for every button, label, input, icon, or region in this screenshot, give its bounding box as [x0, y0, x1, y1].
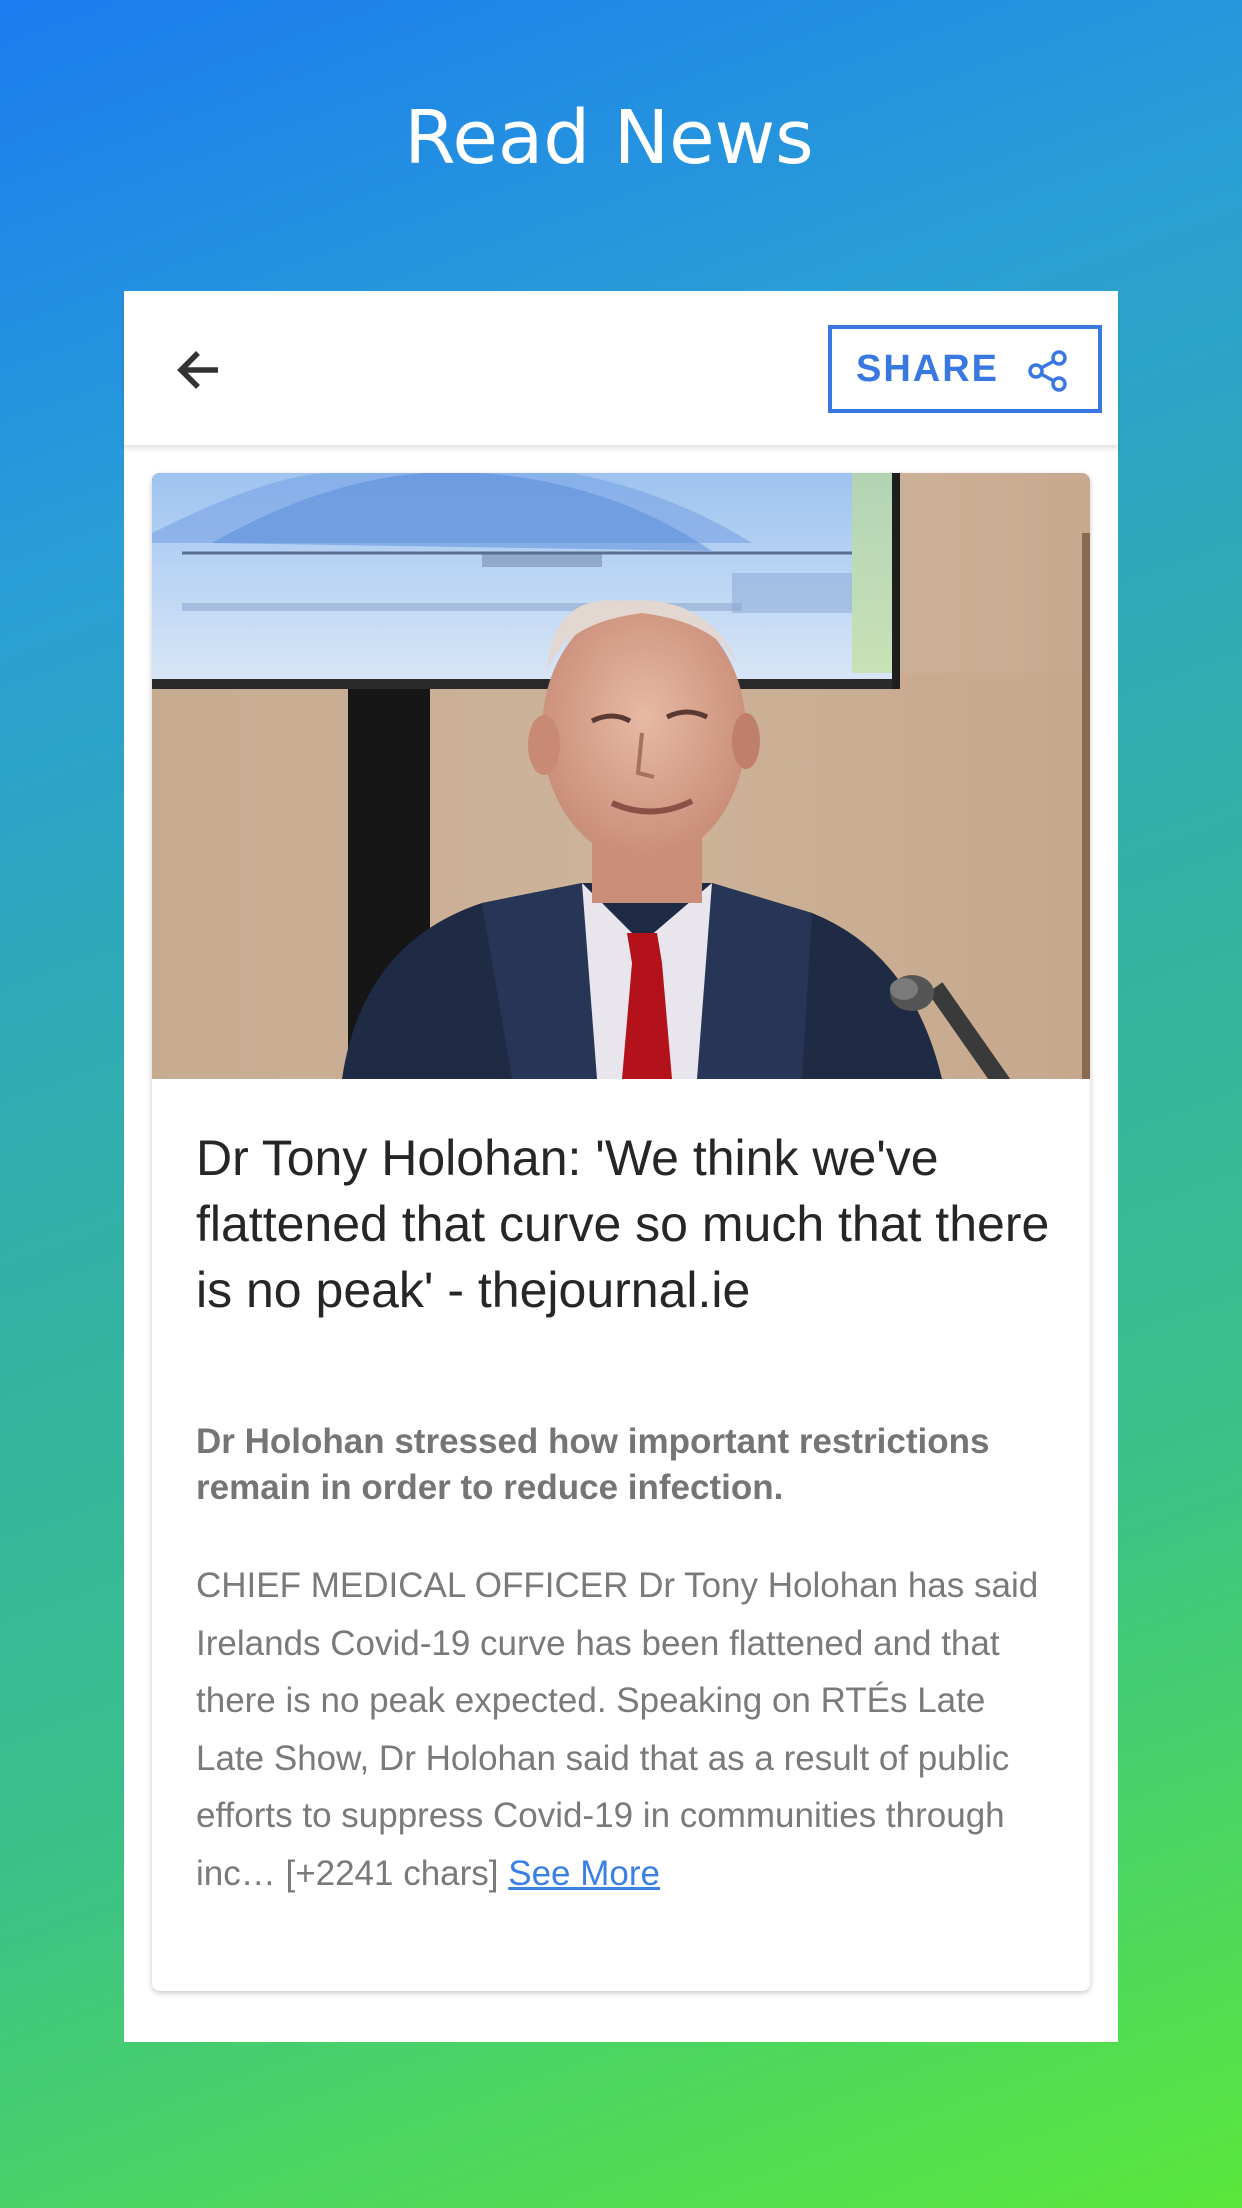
news-photo	[152, 473, 1090, 1079]
article-headline: Dr Tony Holohan: 'We think we've flatten…	[196, 1130, 1050, 1318]
article-image	[152, 473, 1090, 1079]
page-title: Read News	[404, 95, 814, 181]
article-toolbar: SHARE	[124, 291, 1118, 445]
article-description: Dr Holohan stressed how important restri…	[196, 1422, 990, 1507]
share-button[interactable]: SHARE	[828, 325, 1102, 413]
back-button[interactable]	[164, 335, 234, 405]
share-nodes-icon	[1028, 350, 1067, 392]
article-content-text: CHIEF MEDICAL OFFICER Dr Tony Holohan ha…	[196, 1566, 1039, 1893]
see-more-link[interactable]: See More	[508, 1854, 660, 1893]
arrow-left-icon	[177, 351, 218, 389]
article-panel: SHARE Dr Tony Holohan: 'We think we've f…	[124, 291, 1118, 2042]
article-card[interactable]: Dr Tony Holohan: 'We think we've flatten…	[152, 473, 1090, 1991]
share-button-label: SHARE	[856, 347, 1000, 390]
article-content: CHIEF MEDICAL OFFICER Dr Tony Holohan ha…	[196, 1557, 1056, 1902]
